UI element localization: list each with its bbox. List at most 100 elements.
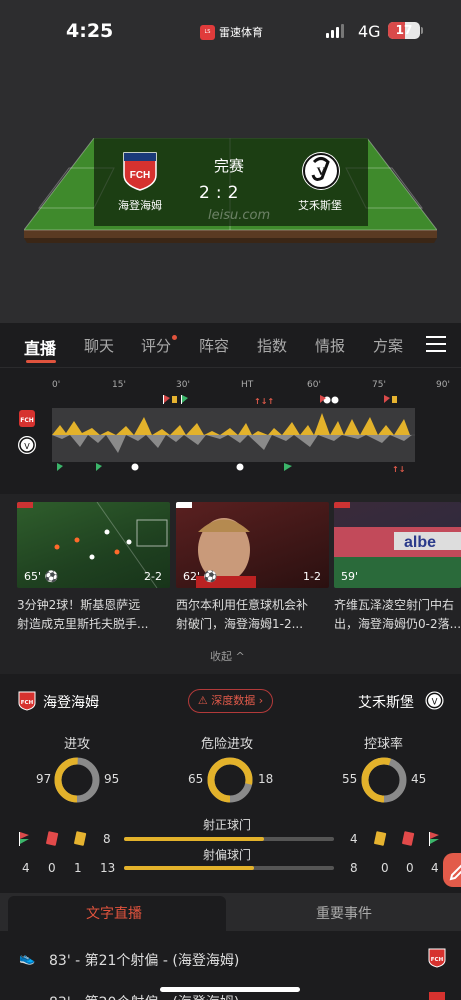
svg-text:↑↓↑: ↑↓↑ xyxy=(254,397,274,406)
stat-title: 控球率 xyxy=(364,737,404,752)
highlight-minute: 65' ⚽ xyxy=(24,570,59,583)
momentum-chart: ↑↓↑ ↑↓ xyxy=(52,395,415,474)
shot-event-icon: 👟 xyxy=(19,951,36,966)
tab-chat[interactable]: 聊天 xyxy=(84,335,114,356)
home-mini-crest-icon: FCH xyxy=(18,691,36,711)
collapse-button[interactable]: 收起 ^ xyxy=(210,648,245,664)
tab-lineup[interactable]: 阵容 xyxy=(199,335,229,356)
ball-icon: ⚽ xyxy=(44,570,59,583)
network-label: 4G xyxy=(358,22,381,41)
battery-level: 17 xyxy=(395,23,413,37)
svg-text:FCH: FCH xyxy=(431,957,444,963)
stat-title: 危险进攻 xyxy=(201,737,254,752)
timeline-tick: 75' xyxy=(372,380,386,390)
highlight-title[interactable]: 西尔本利用任意球机会补 射破门，海登海姆1-2... xyxy=(176,596,332,634)
away-crest-icon[interactable]: V xyxy=(301,151,341,191)
away-discipline-icons xyxy=(374,831,439,846)
timeline-tick: 30' xyxy=(176,380,190,390)
tab-live[interactable]: 直播 xyxy=(24,335,56,359)
tab-plans[interactable]: 方案 xyxy=(373,335,403,356)
shots-on-target-bar xyxy=(124,837,334,841)
highlight-minute: 62' ⚽ xyxy=(183,570,218,583)
highlight-minute: 59' xyxy=(341,570,359,583)
dangerous-attack-ring xyxy=(207,757,253,803)
home-red-cards: 0 xyxy=(48,861,56,875)
tab-intel[interactable]: 情报 xyxy=(315,335,345,356)
svg-text:albe: albe xyxy=(404,534,436,551)
stat-title: 进攻 xyxy=(64,737,91,752)
live-event-text: 83' - 第20个射偏 - (海登海姆) xyxy=(49,992,239,1000)
home-indicator xyxy=(160,987,300,992)
svg-text:FCH: FCH xyxy=(20,417,34,424)
svg-text:V: V xyxy=(24,442,30,451)
highlight-score: 2-2 xyxy=(144,570,162,583)
bar-home-value: 13 xyxy=(100,861,116,875)
away-mini-crest-icon: V xyxy=(425,691,444,710)
tab-bar: 直播 聊天 评分 阵容 指数 情报 方案 xyxy=(0,323,461,367)
ring-away-value: 95 xyxy=(104,772,120,786)
ring-away-value: 18 xyxy=(258,772,274,786)
highlight-score: 1-2 xyxy=(303,570,321,583)
app-logo-icon: LS xyxy=(200,24,215,40)
deep-data-button[interactable]: ⚠ 深度数据 › xyxy=(188,689,273,713)
app-name: LS 雷速体育 xyxy=(200,24,263,40)
watermark: leisu.com xyxy=(208,208,271,223)
highlight-title[interactable]: 齐维瓦泽凌空射门中右 出，海登海姆仍0-2落... xyxy=(334,596,461,634)
bar-home-value: 8 xyxy=(103,832,111,846)
away-score: 2 xyxy=(227,183,245,203)
timeline-tick: 15' xyxy=(112,380,126,390)
bar-home-fill xyxy=(124,866,254,870)
tab-text-live-label[interactable]: 文字直播 xyxy=(86,903,142,923)
away-yellow-cards: 0 xyxy=(381,861,389,875)
edit-icon xyxy=(449,864,461,881)
rating-dot-icon xyxy=(172,335,177,340)
match-status: 完赛 xyxy=(214,157,245,175)
home-discipline-icons xyxy=(19,831,87,846)
app-name-label: 雷速体育 xyxy=(219,26,263,39)
bar-home-fill xyxy=(124,837,265,841)
home-yellow-cards: 1 xyxy=(74,861,82,875)
highlight-card[interactable]: albe 59' xyxy=(334,502,461,588)
match-score: 2:2 xyxy=(199,183,244,203)
match-screen: 4:25 LS 雷速体育 4G 17 FCH 海登海姆 完赛 2:2 leisu… xyxy=(0,0,461,1000)
home-mini-crest-icon: FCH xyxy=(428,948,446,968)
highlight-card[interactable]: 62' ⚽ 1-2 xyxy=(176,502,329,588)
highlight-title[interactable]: 3分钟2球！斯基恩萨远 射造成克里斯托夫脱手... xyxy=(17,596,173,634)
bar-title: 射偏球门 xyxy=(203,848,252,862)
chevron-right-icon: › xyxy=(258,694,264,707)
ball-icon: ⚽ xyxy=(203,570,218,583)
svg-text:FCH: FCH xyxy=(21,700,34,706)
svg-text:V: V xyxy=(432,697,438,707)
highlight-card[interactable]: 65' ⚽ 2-2 xyxy=(17,502,170,588)
edit-float-button[interactable] xyxy=(443,853,461,887)
live-event-text: 83' - 第21个射偏 - (海登海姆) xyxy=(49,953,240,969)
home-team-name[interactable]: 海登海姆 xyxy=(118,197,162,213)
home-crest-icon[interactable]: FCH xyxy=(122,151,158,191)
home-event-icons: ↑↓↑ xyxy=(163,395,397,406)
home-corners: 4 xyxy=(22,861,30,875)
warning-icon: ⚠ xyxy=(197,694,208,707)
bar-away-value: 8 xyxy=(350,861,358,875)
bar-title: 射正球门 xyxy=(203,818,252,832)
tab-odds[interactable]: 指数 xyxy=(257,335,287,356)
svg-text:V: V xyxy=(317,164,326,178)
stats-home-name: 海登海姆 xyxy=(43,695,99,711)
timeline-tick: 60' xyxy=(307,380,321,390)
video-highlights: 65' ⚽ 2-2 62' ⚽ 1-2 albe 59' 3分钟2球！斯基恩萨远… xyxy=(0,494,461,674)
battery-cap xyxy=(421,27,423,34)
home-score: 2 xyxy=(199,183,216,203)
away-event-icons: ↑↓ xyxy=(57,463,405,474)
shots-off-target-bar xyxy=(124,866,334,870)
menu-icon[interactable] xyxy=(426,336,446,354)
svg-text:FCH: FCH xyxy=(130,170,151,181)
active-tab-indicator xyxy=(26,360,56,363)
tab-rating[interactable]: 评分 xyxy=(141,335,171,356)
timeline-tick: 0' xyxy=(52,380,61,390)
possession-ring xyxy=(361,757,407,803)
ring-away-value: 45 xyxy=(411,772,427,786)
away-red-cards: 0 xyxy=(406,861,414,875)
ring-home-value: 97 xyxy=(36,772,52,786)
timeline-tick: HT xyxy=(241,380,254,390)
away-team-name[interactable]: 艾禾斯堡 xyxy=(298,197,342,213)
tab-key-events[interactable]: 重要事件 xyxy=(316,903,372,923)
